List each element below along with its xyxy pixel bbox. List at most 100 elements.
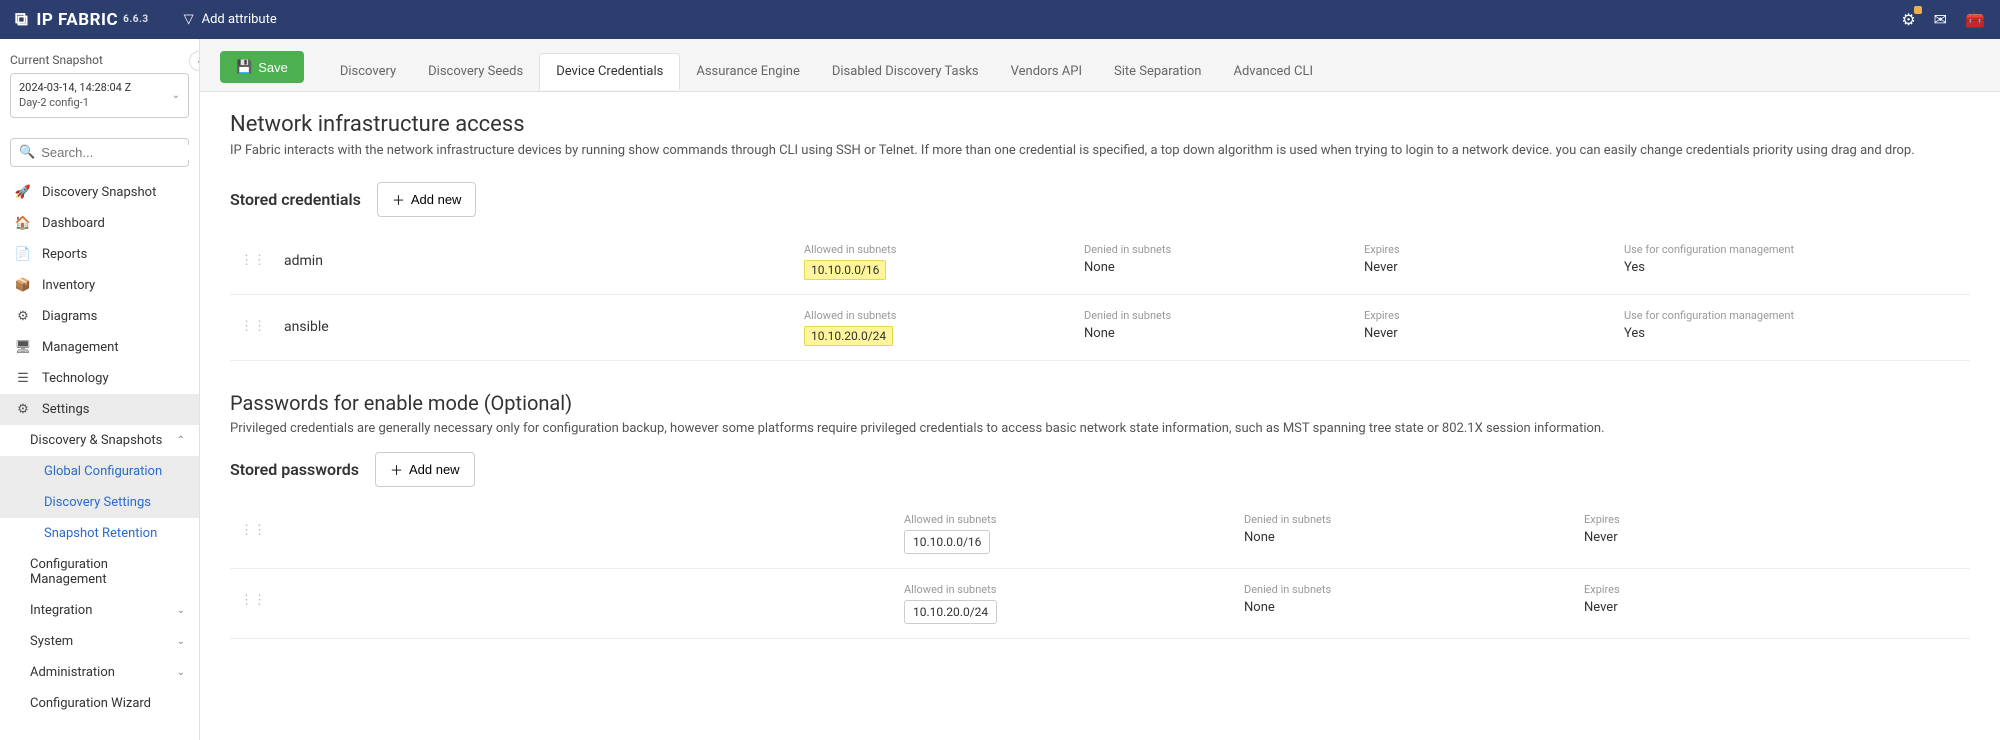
tab-bar: 💾Save Discovery Discovery Seeds Device C… — [200, 39, 2000, 92]
tab-assurance-engine[interactable]: Assurance Engine — [680, 54, 816, 89]
denied-value: None — [1084, 260, 1364, 275]
nav-inventory[interactable]: 📦Inventory — [0, 270, 199, 301]
subnav-discovery-settings[interactable]: Discovery Settings — [0, 487, 199, 518]
add-attribute-label: Add attribute — [202, 12, 277, 27]
save-icon: 💾 — [236, 59, 252, 75]
settings-icon[interactable]: ⚙ — [1901, 10, 1915, 29]
tab-disabled-discovery-tasks[interactable]: Disabled Discovery Tasks — [816, 54, 995, 89]
tab-advanced-cli[interactable]: Advanced CLI — [1217, 54, 1329, 89]
add-attribute-button[interactable]: ▽ Add attribute — [184, 12, 277, 27]
snapshot-name: Day-2 config-1 — [19, 95, 131, 110]
nav-dashboard[interactable]: 🏠Dashboard — [0, 208, 199, 239]
sidebar: ‹ Current Snapshot 2024-03-14, 14:28:04 … — [0, 39, 200, 740]
tab-site-separation[interactable]: Site Separation — [1098, 54, 1217, 89]
add-password-button[interactable]: ＋Add new — [375, 452, 475, 487]
password-row[interactable]: ⋮⋮ Allowed in subnets 10.10.0.0/16 Denie… — [230, 499, 1970, 569]
diagram-icon: ⚙ — [14, 309, 32, 324]
expires-value: Never — [1364, 326, 1624, 341]
subnav-system[interactable]: System⌄ — [0, 626, 199, 657]
denied-value: None — [1244, 600, 1584, 615]
drag-handle-icon[interactable]: ⋮⋮ — [240, 513, 266, 538]
document-icon: 📄 — [14, 247, 32, 262]
subnet-input[interactable]: 10.10.0.0/16 — [904, 530, 990, 554]
denied-subnets-label: Denied in subnets — [1244, 583, 1584, 596]
snapshot-timestamp: 2024-03-14, 14:28:04 Z — [19, 80, 131, 95]
nav-diagrams[interactable]: ⚙Diagrams — [0, 301, 199, 332]
add-credential-button[interactable]: ＋Add new — [377, 182, 477, 217]
subnet-input[interactable]: 10.10.20.0/24 — [904, 600, 997, 624]
search-icon: 🔍 — [19, 145, 35, 160]
denied-subnets-label: Denied in subnets — [1244, 513, 1584, 526]
logo-icon: ⧉ — [15, 9, 28, 30]
subnav-integration[interactable]: Integration⌄ — [0, 595, 199, 626]
nav-settings[interactable]: ⚙Settings — [0, 394, 199, 425]
mail-icon[interactable]: ✉ — [1934, 10, 1947, 29]
filter-icon: ▽ — [184, 12, 194, 27]
page-description: IP Fabric interacts with the network inf… — [230, 143, 1970, 158]
nav-technology[interactable]: ☰Technology — [0, 363, 199, 394]
credential-name: admin — [284, 243, 804, 269]
header-actions: ⚙ ✉ 🧰 — [1901, 10, 1985, 29]
subnav-global-config[interactable]: Global Configuration — [0, 456, 199, 487]
config-mgmt-label: Use for configuration management — [1624, 309, 1824, 322]
subnav-config-wizard[interactable]: Configuration Wizard — [0, 688, 199, 719]
subnav-snapshot-retention[interactable]: Snapshot Retention — [0, 518, 199, 549]
expires-label: Expires — [1584, 583, 1784, 596]
enable-mode-title: Passwords for enable mode (Optional) — [230, 391, 1970, 415]
gear-icon: ⚙ — [14, 402, 32, 417]
config-mgmt-value: Yes — [1624, 260, 1824, 275]
credential-name: ansible — [284, 309, 804, 335]
config-mgmt-label: Use for configuration management — [1624, 243, 1824, 256]
subnav-config-mgmt[interactable]: Configuration Management — [0, 549, 199, 595]
subnet-chip[interactable]: 10.10.0.0/16 — [804, 260, 886, 280]
chevron-up-icon: ⌃ — [177, 435, 185, 446]
denied-value: None — [1084, 326, 1364, 341]
chevron-down-icon: ⌄ — [177, 636, 185, 647]
tab-device-credentials[interactable]: Device Credentials — [539, 53, 680, 90]
version: 6.6.3 — [123, 14, 149, 25]
briefcase-icon[interactable]: 🧰 — [1965, 10, 1985, 29]
save-button[interactable]: 💾Save — [220, 51, 304, 83]
expires-label: Expires — [1584, 513, 1784, 526]
monitor-icon: 🖥 — [14, 340, 32, 355]
search-input[interactable] — [41, 145, 200, 160]
content-area: 💾Save Discovery Discovery Seeds Device C… — [200, 39, 2000, 740]
snapshot-select[interactable]: 2024-03-14, 14:28:04 Z Day-2 config-1 ⌄ — [10, 73, 189, 118]
tab-discovery[interactable]: Discovery — [324, 54, 412, 89]
search-box[interactable]: 🔍 — [10, 138, 189, 167]
nav-management[interactable]: 🖥Management — [0, 332, 199, 363]
subnav-administration[interactable]: Administration⌄ — [0, 657, 199, 688]
enable-mode-description: Privileged credentials are generally nec… — [230, 421, 1970, 436]
drag-handle-icon[interactable]: ⋮⋮ — [240, 309, 266, 334]
chevron-down-icon: ⌄ — [172, 90, 180, 101]
expires-value: Never — [1364, 260, 1624, 275]
nav-discovery-snapshot[interactable]: 🚀Discovery Snapshot — [0, 177, 199, 208]
page-title: Network infrastructure access — [230, 112, 1970, 137]
expires-value: Never — [1584, 600, 1784, 615]
top-header: ⧉ IP FABRIC 6.6.3 ▽ Add attribute ⚙ ✉ 🧰 — [0, 0, 2000, 39]
tab-vendors-api[interactable]: Vendors API — [995, 54, 1098, 89]
tab-discovery-seeds[interactable]: Discovery Seeds — [412, 54, 539, 89]
expires-value: Never — [1584, 530, 1784, 545]
subnav-discovery-snapshots[interactable]: Discovery & Snapshots⌃ — [0, 425, 199, 456]
layers-icon: ☰ — [14, 371, 32, 386]
drag-handle-icon[interactable]: ⋮⋮ — [240, 583, 266, 608]
product-name: IP FABRIC — [36, 10, 118, 30]
password-row[interactable]: ⋮⋮ Allowed in subnets 10.10.20.0/24 Deni… — [230, 569, 1970, 639]
chevron-down-icon: ⌄ — [177, 667, 185, 678]
credential-row[interactable]: ⋮⋮ admin Allowed in subnets 10.10.0.0/16… — [230, 229, 1970, 295]
subnet-chip[interactable]: 10.10.20.0/24 — [804, 326, 893, 346]
allowed-subnets-label: Allowed in subnets — [804, 243, 1084, 256]
drag-handle-icon[interactable]: ⋮⋮ — [240, 243, 266, 268]
rocket-icon: 🚀 — [14, 185, 32, 200]
plus-icon: ＋ — [390, 460, 403, 479]
plus-icon: ＋ — [392, 190, 405, 209]
nav-reports[interactable]: 📄Reports — [0, 239, 199, 270]
box-icon: 📦 — [14, 278, 32, 293]
logo: ⧉ IP FABRIC 6.6.3 — [15, 9, 149, 30]
expires-label: Expires — [1364, 243, 1624, 256]
page-body: Network infrastructure access IP Fabric … — [200, 92, 2000, 740]
allowed-subnets-label: Allowed in subnets — [804, 309, 1084, 322]
credential-row[interactable]: ⋮⋮ ansible Allowed in subnets 10.10.20.0… — [230, 295, 1970, 361]
denied-subnets-label: Denied in subnets — [1084, 243, 1364, 256]
